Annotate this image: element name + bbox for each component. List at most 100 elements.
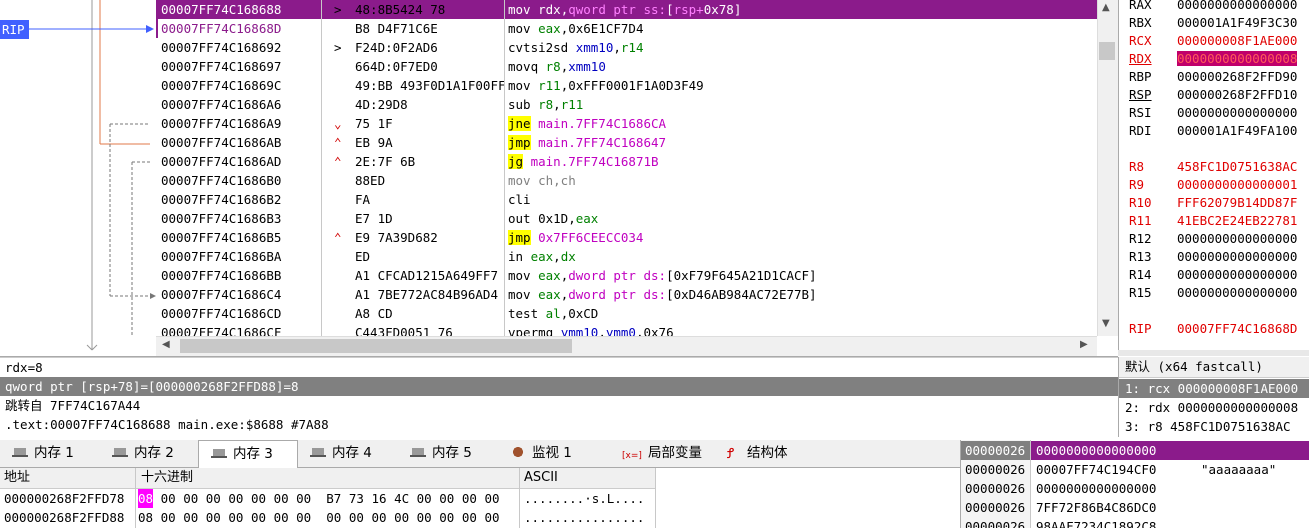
- hex-byte[interactable]: 00: [228, 508, 243, 527]
- tab-5[interactable]: 内存 5: [398, 440, 498, 467]
- registers-pane[interactable]: RAX 0000000000000000 RBX 000001A1F49F3C30 RC…: [1118, 0, 1309, 356]
- disasm-address[interactable]: 00007FF74C16869C: [156, 76, 321, 95]
- disasm-address[interactable]: 00007FF74C1686A9: [156, 114, 321, 133]
- hex-byte[interactable]: 00: [417, 489, 432, 508]
- register-value[interactable]: 0000000000000000: [1177, 285, 1297, 300]
- dump-header-hex[interactable]: 十六进制: [137, 468, 193, 488]
- dump-hex-bytes[interactable]: 08 00 00 00 00 00 00 00 B7 73 16 4C 00 0…: [138, 489, 507, 508]
- hex-byte[interactable]: 00: [417, 508, 432, 527]
- register-value[interactable]: 0000000000000000: [1177, 0, 1297, 12]
- register-value[interactable]: 0000000000000000: [1177, 249, 1297, 264]
- disasm-instruction[interactable]: sub r8,r11: [505, 95, 583, 114]
- scroll-up-icon[interactable]: ▲: [1102, 2, 1110, 13]
- disasm-bytes-row[interactable]: ⌄ 75 1F: [322, 114, 504, 133]
- tab-8[interactable]: Ꝭ 结构体: [715, 440, 815, 467]
- register-row[interactable]: RSP 000000268F2FFD10: [1129, 86, 1297, 104]
- hex-byte[interactable]: 00: [206, 489, 221, 508]
- disasm-address[interactable]: 00007FF74C1686BA: [156, 247, 321, 266]
- stack-value[interactable]: 7FF72F86B4C86DC0: [1036, 498, 1156, 517]
- stack-address[interactable]: 00000026: [965, 517, 1025, 528]
- disasm-address[interactable]: 00007FF74C1686BB: [156, 266, 321, 285]
- disasm-address[interactable]: 00007FF74C1686A6: [156, 95, 321, 114]
- hex-byte[interactable]: 16: [371, 489, 386, 508]
- hex-byte[interactable]: 00: [183, 489, 198, 508]
- hex-byte[interactable]: 00: [371, 508, 386, 527]
- hex-byte[interactable]: B7: [326, 489, 341, 508]
- dump-hex-bytes[interactable]: 08 00 00 00 00 00 00 00 00 00 00 00 00 0…: [138, 508, 507, 527]
- register-row[interactable]: [1129, 302, 1177, 320]
- hex-byte[interactable]: 00: [484, 489, 499, 508]
- disasm-bytes-row[interactable]: A8 CD: [322, 304, 504, 323]
- disasm-instruction[interactable]: cvtsi2sd xmm10,r14: [505, 38, 643, 57]
- register-row[interactable]: RAX 0000000000000000: [1129, 0, 1297, 14]
- hex-byte[interactable]: 00: [462, 508, 477, 527]
- disasm-bytes-row[interactable]: C443FD0051 76: [322, 323, 504, 336]
- register-value[interactable]: 0000000000000000: [1177, 231, 1297, 246]
- memory-dump-pane[interactable]: 地址 十六进制 ASCII 000000268F2FFD78 08 00 00 0…: [0, 468, 960, 528]
- registers-splitter[interactable]: [1118, 350, 1309, 356]
- hex-byte[interactable]: 4C: [394, 489, 409, 508]
- disasm-bytes-row[interactable]: E7 1D: [322, 209, 504, 228]
- arg-row-1[interactable]: 1: rcx 000000008F1AE000: [1119, 379, 1309, 398]
- dump-ascii[interactable]: ........·s.L....: [524, 489, 644, 508]
- arg-row-3[interactable]: 3: r8 458FC1D0751638AC: [1125, 417, 1291, 436]
- tab-4[interactable]: 内存 4: [298, 440, 398, 467]
- register-row[interactable]: R9 0000000000000001: [1129, 176, 1297, 194]
- hex-byte[interactable]: 00: [183, 508, 198, 527]
- disasm-bytes-row[interactable]: ⌃ E9 7A39D682: [322, 228, 504, 247]
- disasm-instruction[interactable]: jne main.7FF74C1686CA: [505, 114, 666, 133]
- disasm-bytes-row[interactable]: 88ED: [322, 171, 504, 190]
- disasm-address[interactable]: 00007FF74C16868D: [156, 19, 321, 38]
- disasm-bytes-row[interactable]: ⌃ EB 9A: [322, 133, 504, 152]
- stack-pane[interactable]: 00000026 0000000000000000 00000026 00007FF7…: [960, 440, 1309, 528]
- hex-byte[interactable]: 00: [296, 489, 311, 508]
- disasm-bytes-row[interactable]: 664D:0F7ED0: [322, 57, 504, 76]
- disasm-horizontal-scroll-thumb[interactable]: [180, 339, 572, 353]
- disasm-instruction[interactable]: cli: [505, 190, 531, 209]
- disasm-address[interactable]: 00007FF74C1686CD: [156, 304, 321, 323]
- scroll-right-icon[interactable]: ▶: [1080, 339, 1088, 350]
- disasm-bytes-row[interactable]: B8 D4F71C6E: [322, 19, 504, 38]
- register-row[interactable]: RBX 000001A1F49F3C30: [1129, 14, 1297, 32]
- disasm-address[interactable]: 00007FF74C1686AB: [156, 133, 321, 152]
- call-convention-selector[interactable]: 默认 (x64 fastcall): [1119, 357, 1309, 378]
- register-value[interactable]: FFF62079B14DD87F: [1177, 195, 1297, 210]
- stack-value[interactable]: 00007FF74C194CF0: [1036, 460, 1156, 479]
- register-row[interactable]: R15 0000000000000000: [1129, 284, 1297, 302]
- disasm-address[interactable]: 00007FF74C1686B2: [156, 190, 321, 209]
- hex-byte[interactable]: 00: [439, 489, 454, 508]
- dump-ascii[interactable]: ................: [524, 508, 644, 527]
- register-row[interactable]: R11 41EBC2E24EB22781: [1129, 212, 1297, 230]
- disasm-instruction[interactable]: jmp main.7FF74C168647: [505, 133, 666, 152]
- register-value[interactable]: 0000000000000001: [1177, 177, 1297, 192]
- register-value[interactable]: 0000000000000008: [1177, 51, 1298, 66]
- disasm-address[interactable]: 00007FF74C1686B5: [156, 228, 321, 247]
- hex-byte[interactable]: 00: [161, 489, 176, 508]
- hex-byte[interactable]: 00: [161, 508, 176, 527]
- scroll-down-icon[interactable]: ▼: [1102, 318, 1110, 329]
- hex-byte[interactable]: 73: [349, 489, 364, 508]
- disasm-address[interactable]: 00007FF74C1686B0: [156, 171, 321, 190]
- disasm-instruction[interactable]: out 0x1D,eax: [505, 209, 598, 228]
- register-row[interactable]: [1129, 140, 1177, 158]
- disasm-instruction[interactable]: mov eax,dword ptr ds:[0xD46AB984AC72E77B…: [505, 285, 817, 304]
- register-value[interactable]: 000001A1F49F3C30: [1177, 15, 1297, 30]
- disasm-bytes-row[interactable]: 4D:29D8: [322, 95, 504, 114]
- hex-byte[interactable]: 00: [228, 489, 243, 508]
- tab-7[interactable]: [x=] 局部变量: [610, 440, 715, 467]
- hex-byte[interactable]: 00: [206, 508, 221, 527]
- disasm-instruction[interactable]: mov ch,ch: [505, 171, 576, 190]
- register-row[interactable]: R14 0000000000000000: [1129, 266, 1297, 284]
- register-row[interactable]: RCX 000000008F1AE000: [1129, 32, 1297, 50]
- register-value[interactable]: 0000000000000000: [1177, 105, 1297, 120]
- dump-address[interactable]: 000000268F2FFD78: [4, 489, 124, 508]
- tab-3[interactable]: 内存 3: [198, 440, 298, 468]
- tab-2[interactable]: 内存 2: [100, 440, 198, 467]
- register-row[interactable]: RBP 000000268F2FFD90: [1129, 68, 1297, 86]
- register-row[interactable]: R13 0000000000000000: [1129, 248, 1297, 266]
- hex-byte[interactable]: 00: [251, 489, 266, 508]
- stack-address[interactable]: 00000026: [965, 498, 1025, 517]
- stack-address[interactable]: 00000026: [961, 441, 1031, 460]
- disasm-bytes-row[interactable]: FA: [322, 190, 504, 209]
- register-row[interactable]: RSI 0000000000000000: [1129, 104, 1297, 122]
